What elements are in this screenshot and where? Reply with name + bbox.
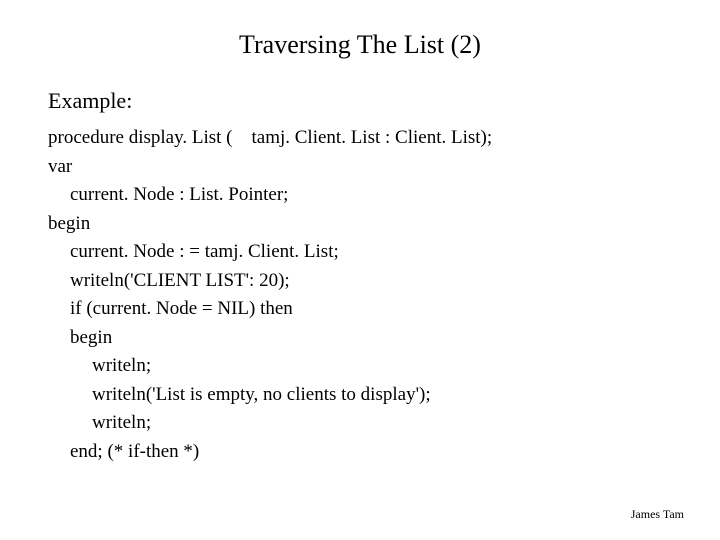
code-line: begin [48, 210, 672, 239]
code-line: current. Node : = tamj. Client. List; [48, 238, 672, 267]
code-line: writeln('CLIENT LIST': 20); [48, 267, 672, 296]
code-line: begin [48, 324, 672, 353]
example-heading: Example: [48, 88, 672, 114]
code-line: procedure display. List ( tamj. Client. … [48, 124, 672, 153]
slide-title: Traversing The List (2) [48, 30, 672, 60]
code-example: procedure display. List ( tamj. Client. … [48, 124, 672, 466]
code-line: current. Node : List. Pointer; [48, 181, 672, 210]
author-footer: James Tam [631, 507, 684, 522]
code-line: writeln; [48, 409, 672, 438]
code-line: end; (* if-then *) [48, 438, 672, 467]
code-line: var [48, 153, 672, 182]
code-line: if (current. Node = NIL) then [48, 295, 672, 324]
code-line: writeln('List is empty, no clients to di… [48, 381, 672, 410]
code-line: writeln; [48, 352, 672, 381]
